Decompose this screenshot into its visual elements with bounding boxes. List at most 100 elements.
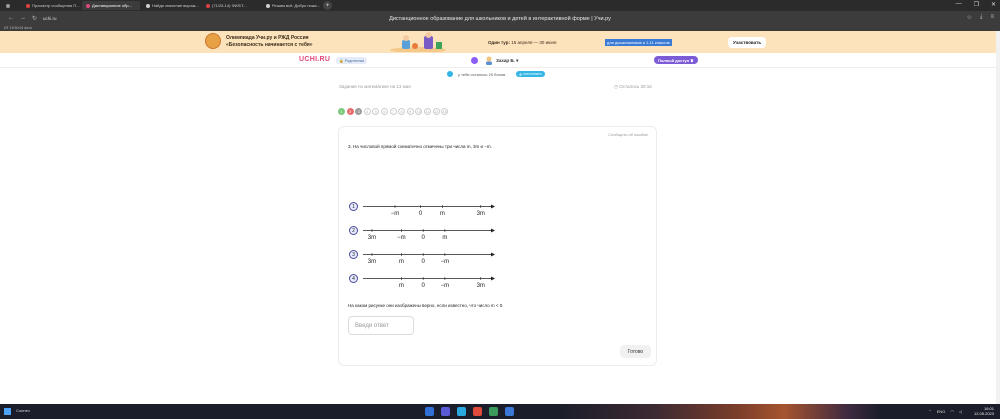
opera-icon[interactable] — [473, 407, 482, 416]
browser-tab[interactable] — [2, 1, 20, 10]
teams-icon[interactable] — [441, 407, 450, 416]
ready-button[interactable]: Готово — [620, 345, 651, 358]
option-number: 2 — [349, 226, 358, 235]
task-page-5[interactable]: 5 — [372, 108, 380, 115]
window-controls: — ❐ ✕ — [956, 1, 996, 8]
task-page-12[interactable]: 12 — [432, 108, 440, 115]
time-left: ◷ Осталось 30:16 — [614, 84, 652, 90]
task-page-9[interactable]: 9 — [406, 108, 414, 115]
task-page-13[interactable]: 13 — [441, 108, 449, 115]
weather-widget[interactable]: Солнеч — [16, 408, 30, 413]
join-button[interactable]: Участвовать — [728, 37, 766, 48]
tab-favicon-icon — [86, 3, 90, 8]
task-page-6[interactable]: 6 — [380, 108, 388, 115]
bookmark-item[interactable]: ИТ 19:30:04 Ахто — [4, 26, 32, 30]
browser-tab[interactable]: Просмотр сообщения П... — [22, 1, 80, 10]
task-page-1[interactable]: 1 — [338, 108, 345, 115]
task-page-3[interactable]: 3 — [355, 108, 363, 115]
explorer-icon[interactable] — [425, 407, 434, 416]
option-number: 3 — [349, 250, 358, 259]
lang-indicator[interactable]: ENG — [937, 409, 946, 414]
new-tab-button[interactable]: + — [323, 1, 332, 10]
clock[interactable]: 16:01 12.05.2023 — [974, 406, 994, 416]
number-line-axis — [363, 204, 495, 209]
task-page-2[interactable]: 2 — [346, 108, 354, 115]
question-text: 3. На числовой прямой схематично отмечен… — [348, 144, 492, 149]
taskbar-wallpaper — [560, 404, 880, 419]
task-card: Сообщить об ошибке 3. На числовой прямой… — [338, 126, 657, 366]
parents-link[interactable]: 🔒 Родителям — [336, 57, 368, 64]
clock-date: 12.05.2023 — [973, 411, 994, 416]
tab-label: Решим всё: Добро пожа... — [272, 3, 320, 8]
axis-arrow-icon — [491, 204, 495, 209]
report-error-link[interactable]: Сообщить об ошибке — [608, 132, 648, 137]
tab-label: (71/25-14) ФИЛ/Т... — [212, 3, 247, 8]
download-icon[interactable]: ⤓ — [980, 14, 983, 21]
edge-icon[interactable] — [457, 407, 466, 416]
tab-label: Найди значение выраж... — [152, 3, 199, 8]
menu-icon[interactable]: ≡ — [990, 14, 994, 21]
olympiad-logo-icon — [205, 33, 221, 49]
answer-input[interactable]: Введи ответ — [348, 316, 414, 335]
task-title: Задание по математике на 13 мая — [339, 84, 411, 89]
task-page-4[interactable]: 4 — [363, 108, 371, 115]
parents-label: Родителям — [344, 58, 365, 63]
top-up-button[interactable]: ⊕ пополнить — [516, 71, 545, 77]
tab-favicon-icon — [26, 3, 30, 8]
word-icon[interactable] — [505, 407, 514, 416]
number-line-axis — [363, 252, 495, 257]
browser-tab[interactable]: Найди значение выраж... — [142, 1, 200, 10]
bonus-coin-icon — [447, 71, 453, 77]
wifi-icon[interactable]: ◠ — [950, 409, 954, 414]
windows-start-icon[interactable] — [4, 408, 11, 415]
volume-icon[interactable]: ◁ — [959, 409, 962, 414]
bonus-row: у тебя осталось 20 бонов ⊕ пополнить — [0, 70, 996, 79]
tab-favicon-icon — [146, 3, 150, 8]
site-logo[interactable]: UCHI.RU — [299, 56, 330, 63]
task-page-7[interactable]: 7 — [389, 108, 397, 115]
browser-tab[interactable]: Дистанционное обр... — [82, 1, 140, 10]
tab-favicon-icon — [206, 3, 210, 8]
username: Захар Б. — [496, 58, 515, 63]
avatar[interactable] — [485, 56, 493, 65]
number-line-2: 2 3m −m 0 m — [349, 226, 499, 244]
number-line-3: 3 3m m 0 −m — [349, 250, 499, 268]
premium-button[interactable]: Полный доступ ♛ — [654, 56, 698, 64]
option-number: 4 — [349, 274, 358, 283]
number-line-1: 1 −m 0 m 3m — [349, 202, 499, 220]
option-number: 1 — [349, 202, 358, 211]
browser-tab[interactable]: (71/25-14) ФИЛ/Т... — [202, 1, 260, 10]
axis-arrow-icon — [491, 228, 495, 233]
olympiad-banner[interactable]: Олимпиада Учи.ру и РЖД Россия «Безопасно… — [0, 31, 996, 53]
task-page-11[interactable]: 11 — [423, 108, 431, 115]
store-icon[interactable] — [489, 407, 498, 416]
browser-tab-bar: Просмотр сообщения П... Дистанционное обр… — [0, 0, 1000, 11]
top-up-label: пополнить — [523, 72, 542, 76]
page-title: Дистанционное образование для школьников… — [389, 15, 611, 22]
task-page-10[interactable]: 10 — [415, 108, 423, 115]
minimize-icon[interactable]: — — [956, 1, 962, 8]
number-line-axis — [363, 276, 495, 281]
task-page-8[interactable]: 8 — [398, 108, 406, 115]
tab-label: Просмотр сообщения П... — [32, 3, 80, 8]
olympiad-subtitle: «Безопасность начинается с тебя» — [226, 42, 313, 48]
banner-illustration-icon — [390, 32, 446, 52]
crown-icon: ♛ — [690, 57, 694, 63]
axis-arrow-icon — [491, 276, 495, 281]
user-menu[interactable]: Захар Б. ▾ — [496, 58, 518, 64]
chat-icon[interactable] — [471, 57, 478, 64]
chevron-up-icon[interactable]: ⌃ — [928, 409, 931, 414]
taskbar: Солнеч ⌃ ENG ◠ ◁ 16:01 12.05.2023 — [0, 404, 1000, 419]
site-header: UCHI.RU 🔒 Родителям Захар Б. ▾ Полный до… — [0, 53, 996, 68]
maximize-icon[interactable]: ❐ — [974, 1, 979, 8]
scrollbar[interactable] — [996, 31, 1000, 404]
audience-text: для дошкольников и 1-11 классов — [605, 39, 672, 46]
time-left-label: Осталось 30:16 — [619, 84, 652, 89]
close-icon[interactable]: ✕ — [991, 1, 996, 8]
bookmark-icon[interactable]: ☆ — [966, 14, 971, 21]
bonus-text: у тебя осталось 20 бонов — [458, 72, 506, 77]
number-line-4: 4 m 0 −m 3m — [349, 274, 499, 292]
browser-tab[interactable]: Решим всё: Добро пожа... — [262, 1, 320, 10]
address-bar: ← → ↻ uchi.ru Дистанционное образование … — [0, 11, 1000, 26]
ask-text: На каком рисунке они изображены верно, е… — [348, 303, 504, 308]
